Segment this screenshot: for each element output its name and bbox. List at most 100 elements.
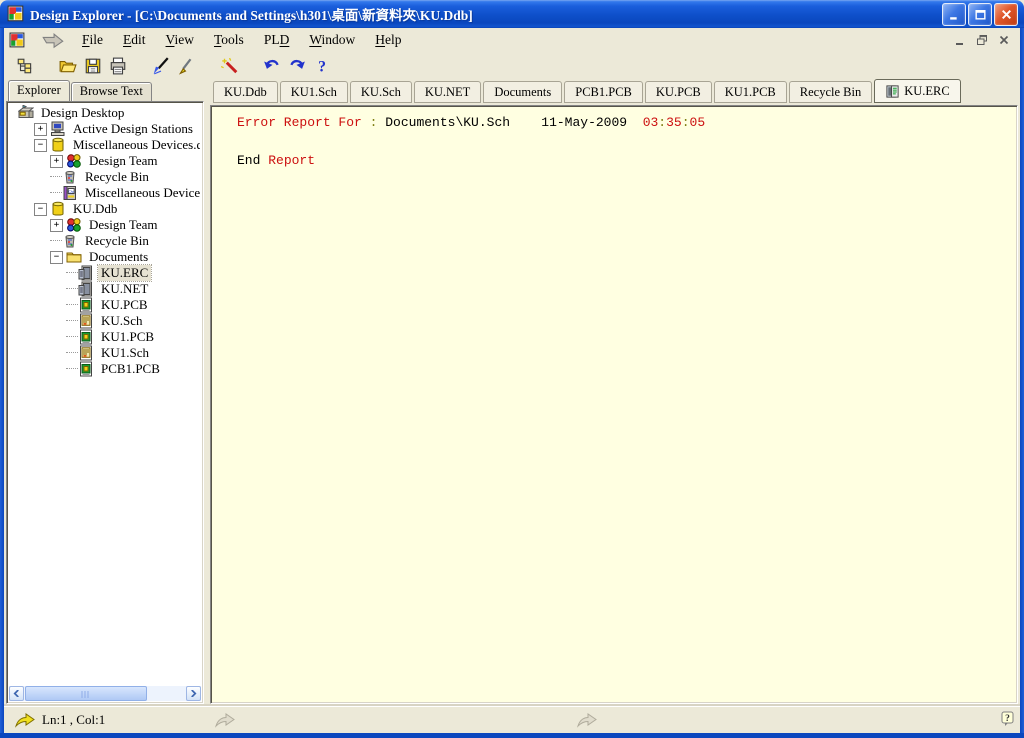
open-folder-icon[interactable]	[55, 54, 80, 78]
tree-item-ku.ddb[interactable]: − KU.Ddb	[10, 201, 200, 217]
report-segment: Documents\KU.Sch	[385, 115, 541, 130]
report-segment: :	[682, 115, 690, 130]
document-tab-ku.ddb[interactable]: KU.Ddb	[213, 81, 278, 103]
mdi-minimize-button[interactable]	[952, 33, 968, 47]
tree-item-ku.sch[interactable]: KU.Sch	[10, 313, 200, 329]
undo-icon[interactable]	[259, 54, 284, 78]
menu-pld[interactable]: PLD	[254, 30, 300, 50]
tree-item-pcb1.pcb[interactable]: PCB1.PCB	[10, 361, 200, 377]
tree-item-label: Recycle Bin	[82, 233, 152, 249]
help-icon[interactable]: ?	[309, 54, 334, 78]
expand-icon[interactable]: +	[50, 155, 63, 168]
tree-item-ku.net[interactable]: KU.NET	[10, 281, 200, 297]
pcb-doc-icon	[78, 329, 94, 345]
menu-help[interactable]: Help	[365, 30, 411, 50]
tree-item-label: Recycle Bin	[82, 169, 152, 185]
scroll-right-button[interactable]	[186, 686, 201, 701]
report-segment: End	[237, 153, 268, 168]
down-arrow-icon[interactable]	[40, 32, 66, 48]
text-doc-icon	[78, 281, 94, 297]
minimize-button[interactable]	[942, 3, 966, 26]
report-segment: 35	[666, 115, 682, 130]
mdi-document-icon[interactable]	[9, 32, 26, 49]
document-tab-recycle-bin[interactable]: Recycle Bin	[789, 81, 872, 103]
tree-connector	[50, 240, 62, 242]
scroll-left-button[interactable]	[9, 686, 24, 701]
report-line	[237, 132, 1017, 151]
window-border-right	[1020, 28, 1024, 738]
tree-connector	[66, 368, 78, 370]
pcb-doc-icon	[78, 297, 94, 313]
tree-item-ku1.sch[interactable]: KU1.Sch	[10, 345, 200, 361]
tree-connector	[50, 192, 62, 194]
tree-item-miscellaneous-devices.ddb[interactable]: −Miscellaneous Devices.ddb	[10, 137, 200, 153]
collapse-icon[interactable]: −	[50, 251, 63, 264]
status-help-icon[interactable]: ?	[1001, 711, 1014, 727]
report-line: Error Report For : Documents\KU.Sch 11-M…	[237, 113, 1017, 132]
tree-item-miscellaneous-devices.lib[interactable]: QoMiscellaneous Devices.lib	[10, 185, 200, 201]
tree-connector	[50, 176, 62, 178]
close-button[interactable]	[994, 3, 1018, 26]
mdi-restore-button[interactable]	[974, 33, 990, 47]
cursor-position: Ln:1 , Col:1	[42, 712, 105, 728]
team-icon	[66, 217, 82, 233]
tab-label: KU.PCB	[656, 85, 701, 100]
report-segment: 05	[690, 115, 706, 130]
tree-item-ku.erc[interactable]: KU.ERC	[10, 265, 200, 281]
tree-item-label: Miscellaneous Devices.lib	[82, 185, 200, 201]
tree-connector	[66, 304, 78, 306]
document-tab-pcb1.pcb[interactable]: PCB1.PCB	[564, 81, 643, 103]
text-doc-icon	[78, 265, 94, 281]
tree-item-label: KU.Ddb	[70, 201, 120, 217]
mdi-close-button[interactable]	[996, 33, 1012, 47]
toolbar-group	[55, 54, 130, 78]
tree-horizontal-scrollbar[interactable]	[9, 686, 201, 701]
menu-window[interactable]: Window	[299, 30, 365, 50]
explorer-panel: ExplorerBrowse Text Design Desktop+Activ…	[6, 80, 204, 704]
database-icon	[50, 137, 66, 153]
menu-view[interactable]: View	[156, 30, 204, 50]
cut-tool-icon[interactable]	[148, 54, 173, 78]
pen-tool-icon[interactable]	[173, 54, 198, 78]
menu-tools[interactable]: Tools	[204, 30, 254, 50]
report-line: End Report	[237, 151, 1017, 170]
document-tab-ku1.pcb[interactable]: KU1.PCB	[714, 81, 787, 103]
panel-tab-explorer[interactable]: Explorer	[8, 80, 70, 101]
menu-edit[interactable]: Edit	[113, 30, 156, 50]
tab-label: Recycle Bin	[800, 85, 861, 100]
maximize-button[interactable]	[968, 3, 992, 26]
tree-item-active-design-stations[interactable]: +Active Design Stations	[10, 121, 200, 137]
document-area: KU.DdbKU1.SchKU.SchKU.NETDocumentsPCB1.P…	[208, 80, 1020, 706]
print-icon[interactable]	[105, 54, 130, 78]
document-tab-ku.sch[interactable]: KU.Sch	[350, 81, 412, 103]
document-tab-ku1.sch[interactable]: KU1.Sch	[280, 81, 348, 103]
tree-item-design-team[interactable]: +Design Team	[10, 217, 200, 233]
wand-icon[interactable]	[216, 54, 241, 78]
scrollbar-thumb[interactable]	[25, 686, 147, 701]
document-tab-ku.net[interactable]: KU.NET	[414, 81, 481, 103]
tree-item-recycle-bin[interactable]: Recycle Bin	[10, 169, 200, 185]
tree-item-ku.pcb[interactable]: KU.PCB	[10, 297, 200, 313]
tree-item-design-desktop[interactable]: Design Desktop	[10, 105, 200, 121]
tree-item-design-team[interactable]: +Design Team	[10, 153, 200, 169]
save-icon[interactable]	[80, 54, 105, 78]
tree-item-recycle-bin[interactable]: Recycle Bin	[10, 233, 200, 249]
expand-icon[interactable]: +	[50, 219, 63, 232]
document-tab-ku.pcb[interactable]: KU.PCB	[645, 81, 712, 103]
hierarchy-icon[interactable]	[12, 54, 37, 78]
pcb-doc-icon	[78, 361, 94, 377]
document-tab-documents[interactable]: Documents	[483, 81, 562, 103]
expand-icon[interactable]: +	[34, 123, 47, 136]
collapse-icon[interactable]: −	[34, 203, 47, 216]
redo-icon[interactable]	[284, 54, 309, 78]
panel-tab-browse-text[interactable]: Browse Text	[71, 82, 152, 101]
document-tab-ku.erc[interactable]: KU.ERC	[874, 79, 961, 103]
tree-item-label: KU1.Sch	[98, 345, 152, 361]
workstation-icon	[50, 121, 66, 137]
menu-file[interactable]: File	[72, 30, 113, 50]
tree-item-documents[interactable]: −Documents	[10, 249, 200, 265]
collapse-icon[interactable]: −	[34, 139, 47, 152]
tree-item-ku1.pcb[interactable]: KU1.PCB	[10, 329, 200, 345]
error-report-text[interactable]: Error Report For : Documents\KU.Sch 11-M…	[210, 105, 1018, 704]
library-icon: Qo	[62, 185, 78, 201]
